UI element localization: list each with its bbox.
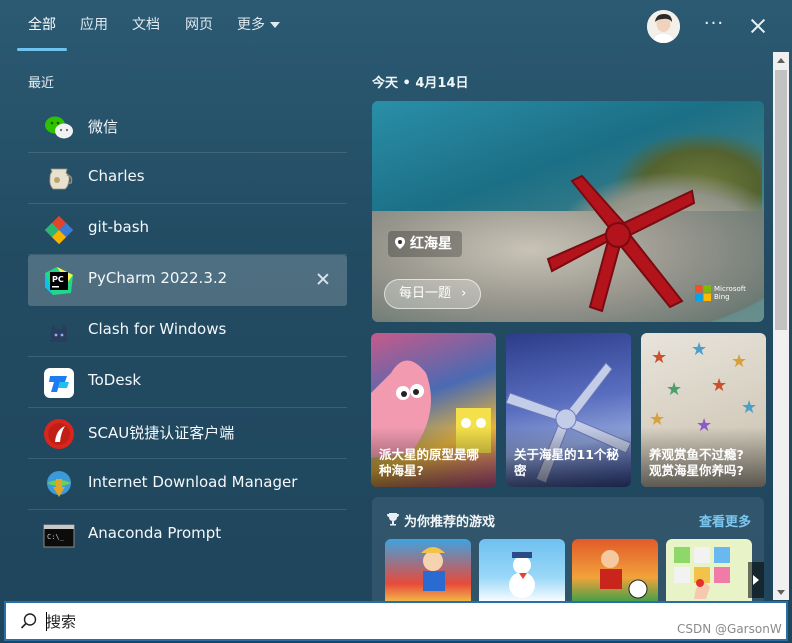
game-tile-4[interactable] <box>666 539 752 603</box>
svg-text:★: ★ <box>651 347 667 368</box>
see-more-link[interactable]: 查看更多 <box>699 511 751 530</box>
list-item-charles[interactable]: Charles <box>28 153 347 204</box>
svg-text:PC: PC <box>52 275 64 284</box>
avatar[interactable] <box>647 10 680 43</box>
bing-brand-label: Microsoft Bing <box>714 285 746 301</box>
games-heading: 为你推荐的游戏 <box>404 515 496 530</box>
story-card-2[interactable]: 关于海星的11个秘密 <box>506 333 631 487</box>
chevron-right-icon: › <box>461 286 467 301</box>
list-item-wechat[interactable]: 微信 <box>28 102 347 153</box>
red-starfish-image <box>546 174 696 313</box>
active-tab-indicator <box>17 48 67 51</box>
hero-location-tag[interactable]: 红海星 <box>388 231 462 257</box>
location-pin-icon <box>395 237 405 249</box>
tab-apps[interactable]: 应用 <box>80 14 108 38</box>
start-panel: 全部 应用 文档 网页 更多 ··· 最近 微信 Charles git-bas… <box>0 0 792 643</box>
list-item-idm[interactable]: Internet Download Manager <box>28 459 347 510</box>
todesk-icon <box>44 368 74 398</box>
story-title: 派大星的原型是哪种海星? <box>379 447 480 478</box>
search-bar[interactable] <box>4 601 788 641</box>
app-label: Internet Download Manager <box>88 473 298 491</box>
svg-text:★: ★ <box>711 375 727 396</box>
ruijie-icon <box>44 419 74 449</box>
list-item-anaconda-prompt[interactable]: C:\_ Anaconda Prompt <box>28 510 347 561</box>
scroll-up-arrow-icon[interactable] <box>773 52 789 68</box>
close-button[interactable] <box>744 12 772 40</box>
daily-quiz-button[interactable]: 每日一题 › <box>384 279 482 309</box>
app-label: Anaconda Prompt <box>88 524 222 542</box>
tab-all[interactable]: 全部 <box>28 14 56 38</box>
trophy-icon <box>387 513 399 526</box>
app-label: PyCharm 2022.3.2 <box>88 269 228 287</box>
more-options-button[interactable]: ··· <box>700 12 728 40</box>
svg-text:★: ★ <box>741 397 757 418</box>
game-tile-3[interactable] <box>572 539 658 603</box>
svg-text:★: ★ <box>691 339 707 360</box>
scroll-down-arrow-icon[interactable] <box>773 584 789 600</box>
pycharm-icon: PC <box>45 267 73 295</box>
tab-more-label: 更多 <box>237 17 265 33</box>
story-card-3[interactable]: ★ ★ ★ ★ ★ ★ ★ ★ 养观赏鱼不过瘾? 观赏海星你养吗? <box>641 333 766 487</box>
daily-quiz-label: 每日一题 <box>399 286 452 301</box>
tab-web[interactable]: 网页 <box>185 14 213 38</box>
app-label: SCAU锐捷认证客户端 <box>88 424 235 442</box>
wechat-icon <box>45 116 73 139</box>
terminal-icon: C:\_ <box>43 524 75 548</box>
chevron-down-icon <box>270 22 280 28</box>
app-label: ToDesk <box>88 371 142 389</box>
app-label: 微信 <box>88 118 119 136</box>
today-date: 今天 • 4月14日 <box>372 76 469 91</box>
remove-item-icon[interactable] <box>315 271 331 287</box>
scrollbar[interactable] <box>773 52 789 600</box>
list-item-todesk[interactable]: ToDesk <box>28 357 347 408</box>
app-label: Clash for Windows <box>88 320 227 338</box>
app-label: Charles <box>88 167 145 185</box>
idm-icon <box>47 471 71 497</box>
hero-location-label: 红海星 <box>410 236 452 252</box>
recommended-games-card: 为你推荐的游戏 查看更多 <box>372 497 764 607</box>
games-next-button[interactable] <box>748 562 764 598</box>
svg-text:★: ★ <box>731 351 747 372</box>
list-item-ruijie[interactable]: SCAU锐捷认证客户端 <box>28 408 347 459</box>
game-thumbnail <box>674 547 730 599</box>
search-icon <box>20 613 37 629</box>
story-title: 养观赏鱼不过瘾? 观赏海星你养吗? <box>649 447 744 478</box>
game-thumbnail <box>509 552 535 598</box>
recent-app-list: 微信 Charles git-bash PC PyCharm 2022.3.2 … <box>28 102 347 561</box>
recent-heading: 最近 <box>28 76 55 91</box>
scrollbar-thumb[interactable] <box>775 70 787 330</box>
search-input[interactable] <box>46 611 646 633</box>
story-card-1[interactable]: 派大星的原型是哪种海星? <box>371 333 496 487</box>
list-item-pycharm[interactable]: PC PyCharm 2022.3.2 <box>28 255 347 306</box>
watermark: CSDN @GarsonW <box>677 622 782 636</box>
game-thumbnail <box>421 547 445 591</box>
game-thumbnail <box>600 550 648 599</box>
tab-more[interactable]: 更多 <box>237 14 280 38</box>
text-caret <box>46 612 47 631</box>
svg-text:C:\_: C:\_ <box>47 533 65 541</box>
app-label: git-bash <box>88 218 150 236</box>
story-title: 关于海星的11个秘密 <box>514 447 619 478</box>
list-item-clash[interactable]: Clash for Windows <box>28 306 347 357</box>
microsoft-logo-icon <box>695 285 711 301</box>
svg-text:★: ★ <box>666 379 682 400</box>
list-item-git-bash[interactable]: git-bash <box>28 204 347 255</box>
clash-icon <box>51 324 67 342</box>
charles-icon <box>49 168 73 190</box>
top-bar: 全部 应用 文档 网页 更多 ··· <box>0 0 792 52</box>
game-tile-2[interactable] <box>479 539 565 603</box>
game-tile-1[interactable] <box>385 539 471 603</box>
hero-image-card[interactable]: 红海星 每日一题 › Microsoft Bing <box>372 101 764 322</box>
git-icon <box>44 215 74 245</box>
tab-documents[interactable]: 文档 <box>132 14 160 38</box>
